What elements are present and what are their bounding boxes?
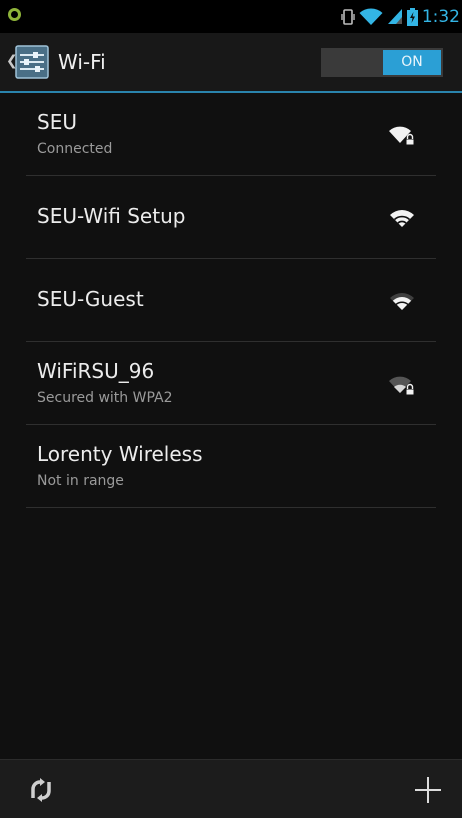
wifi-lock-icon	[389, 376, 415, 396]
vibrate-icon	[341, 8, 355, 25]
network-item-seu[interactable]: SEU Connected	[0, 93, 462, 176]
status-time: 1:32	[421, 6, 460, 27]
wifi-icon	[390, 293, 414, 310]
network-item-seu-guest[interactable]: SEU-Guest	[0, 259, 462, 342]
network-list: SEU Connected SEU-Wifi Setup SEU-Guest W…	[0, 93, 462, 508]
network-item-seu-wifi-setup[interactable]: SEU-Wifi Setup	[0, 176, 462, 259]
add-network-icon[interactable]	[414, 776, 442, 804]
page-title: Wi-Fi	[58, 50, 106, 74]
network-item-wifirsu-96[interactable]: WiFiRSU_96 Secured with WPA2	[0, 342, 462, 425]
network-status: Not in range	[37, 473, 124, 489]
network-name: WiFiRSU_96	[37, 359, 155, 383]
network-name: SEU-Wifi Setup	[37, 204, 186, 228]
battery-icon	[406, 7, 418, 26]
network-item-lorenty-wireless[interactable]: Lorenty Wireless Not in range	[0, 425, 462, 508]
wifi-settings-screen: 1:32 ❮ Wi-Fi ON SEU Connected SEU-Wifi S…	[0, 0, 462, 818]
network-name: SEU-Guest	[37, 287, 144, 311]
action-bar: ❮ Wi-Fi ON	[0, 33, 462, 91]
network-status: Secured with WPA2	[37, 390, 173, 406]
notification-icon	[8, 8, 21, 21]
wifi-settings-icon[interactable]	[15, 45, 49, 79]
network-status: Connected	[37, 141, 113, 157]
status-bar: 1:32	[0, 0, 462, 33]
wifi-signal-icon	[359, 8, 383, 25]
status-icons: 1:32	[341, 0, 462, 33]
scan-icon[interactable]	[28, 777, 54, 803]
list-divider	[26, 507, 436, 508]
network-name: Lorenty Wireless	[37, 442, 203, 466]
wifi-toggle-on-label[interactable]: ON	[383, 50, 441, 75]
wifi-icon	[390, 210, 414, 227]
wifi-toggle[interactable]: ON	[321, 48, 443, 77]
network-name: SEU	[37, 110, 77, 134]
bottom-action-bar	[0, 759, 462, 818]
wifi-lock-icon	[389, 126, 415, 146]
cell-signal-icon	[387, 9, 402, 24]
